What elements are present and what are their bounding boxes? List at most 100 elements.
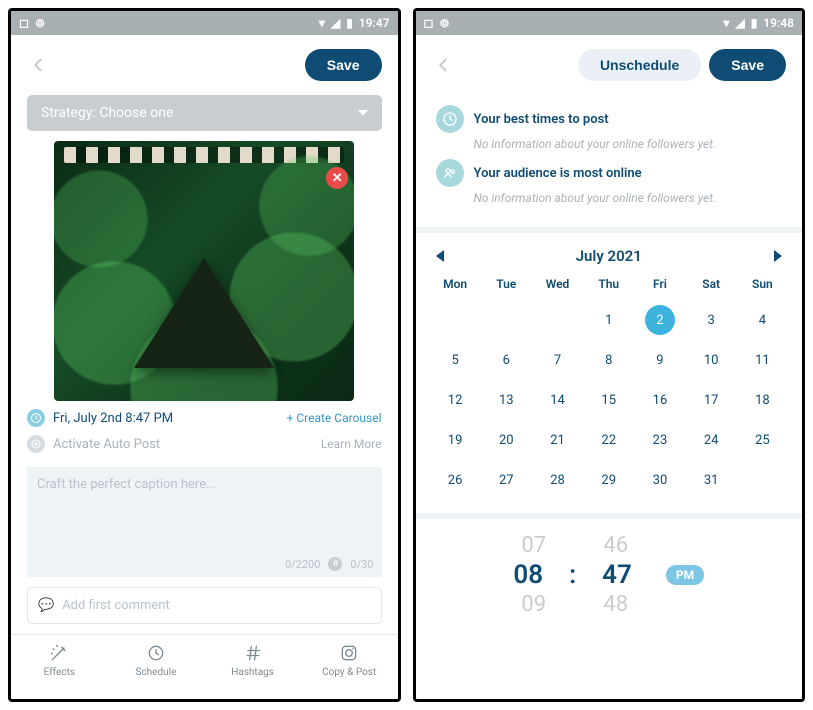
schedule-time[interactable]: Fri, July 2nd 8:47 PM [53,411,173,426]
calendar-day[interactable]: 1 [583,305,634,335]
audience-sub: No information about your online followe… [474,191,783,205]
calendar-day[interactable]: 11 [737,345,788,375]
calendar-day[interactable]: 5 [430,345,481,375]
calendar-day[interactable]: 19 [430,425,481,455]
nav-copy-post[interactable]: Copy & Post [301,635,398,686]
caption-counts: 0/2200 # 0/30 [285,557,374,571]
calendar-day[interactable]: 22 [583,425,634,455]
best-times-row[interactable]: Your best times to post [436,105,783,133]
audience-title: Your audience is most online [474,166,642,181]
dow-label: Sun [737,277,788,295]
calendar-day[interactable]: 3 [686,305,737,335]
calendar-grid: MonTueWedThuFriSatSun1234567891011121314… [430,277,789,495]
best-times-title: Your best times to post [474,112,609,127]
clock-icon [436,105,464,133]
calendar-day [532,305,583,335]
auto-post-row: Activate Auto Post Learn More [11,435,398,461]
calendar-day[interactable]: 24 [686,425,737,455]
calendar: July 2021 MonTueWedThuFriSatSun123456789… [416,227,803,519]
calendar-day[interactable]: 28 [532,465,583,495]
unschedule-button[interactable]: Unschedule [578,49,701,81]
calendar-day[interactable]: 9 [634,345,685,375]
dow-label: Thu [583,277,634,295]
first-comment-input[interactable]: 💬 Add first comment [27,587,382,624]
learn-more-link[interactable]: Learn More [321,437,382,451]
status-right-icons: ▾ ◢ ▮ 19:48 [723,16,794,30]
calendar-day[interactable]: 8 [583,345,634,375]
calendar-day[interactable]: 14 [532,385,583,415]
people-icon [436,159,464,187]
save-button[interactable]: Save [709,49,786,81]
time-picker[interactable]: 07 : 46 08 : 47 PM 09 : 48 [416,519,803,623]
calendar-day[interactable]: 15 [583,385,634,415]
signal-icon: ◢ [735,16,744,30]
back-icon[interactable] [432,54,454,76]
calendar-day[interactable]: 23 [634,425,685,455]
calendar-day[interactable]: 30 [634,465,685,495]
back-icon[interactable] [27,54,49,76]
audience-row[interactable]: Your audience is most online [436,159,783,187]
wand-icon [49,643,69,663]
auto-post-label[interactable]: Activate Auto Post [53,437,160,452]
prev-month-button[interactable] [436,250,444,262]
status-time: 19:47 [359,16,390,30]
dow-label: Fri [634,277,685,295]
chevron-down-icon [358,110,368,116]
nav-effects-label: Effects [44,667,75,678]
comment-icon: 💬 [38,598,54,613]
calendar-day[interactable]: 18 [737,385,788,415]
calendar-day[interactable]: 12 [430,385,481,415]
save-button[interactable]: Save [305,49,382,81]
clock-icon [27,409,45,427]
nav-hashtags[interactable]: Hashtags [204,635,301,686]
calendar-day[interactable]: 4 [737,305,788,335]
remove-image-button[interactable]: ✕ [326,167,348,189]
ampm-toggle[interactable]: PM [666,565,704,585]
app-icon-2: ⊚ [439,16,449,30]
next-month-button[interactable] [774,250,782,262]
dow-label: Mon [430,277,481,295]
calendar-day[interactable]: 7 [532,345,583,375]
calendar-day[interactable]: 2 [645,305,675,335]
calendar-day[interactable]: 6 [481,345,532,375]
calendar-day[interactable]: 17 [686,385,737,415]
dow-label: Sat [686,277,737,295]
calendar-day[interactable]: 31 [686,465,737,495]
image-preview[interactable]: ✕ [54,141,354,401]
calendar-day[interactable]: 13 [481,385,532,415]
hour-selected[interactable]: 08 [513,560,543,590]
nav-schedule[interactable]: Schedule [108,635,205,686]
create-carousel-link[interactable]: + Create Carousel [287,411,382,425]
calendar-day[interactable]: 27 [481,465,532,495]
status-left-icons: ◻ ⊚ [424,16,450,30]
strategy-dropdown[interactable]: Strategy: Choose one [27,95,382,131]
battery-icon: ▮ [346,16,353,30]
calendar-day[interactable]: 26 [430,465,481,495]
minute-selected[interactable]: 47 [602,560,632,590]
calendar-day[interactable]: 29 [583,465,634,495]
status-left-icons: ◻ ⊚ [19,16,45,30]
nav-effects[interactable]: Effects [11,635,108,686]
caption-input[interactable]: Craft the perfect caption here... 0/2200… [27,467,382,577]
app-right: Unschedule Save Your best times to post … [416,35,803,699]
phone-right: ◻ ⊚ ▾ ◢ ▮ 19:48 Unschedule Save [413,8,806,702]
month-label: July 2021 [576,247,642,265]
insights-block: Your best times to post No information a… [416,95,803,227]
status-bar: ◻ ⊚ ▾ ◢ ▮ 19:48 [416,11,803,35]
hash-icon [243,643,263,663]
calendar-day [737,465,788,495]
app-icon-1: ◻ [19,16,29,30]
calendar-day[interactable]: 10 [686,345,737,375]
topbar: Unschedule Save [416,35,803,95]
calendar-day[interactable]: 16 [634,385,685,415]
wifi-icon: ▾ [723,16,729,30]
nav-copy-label: Copy & Post [322,667,376,678]
calendar-day[interactable]: 20 [481,425,532,455]
signal-icon: ◢ [331,16,340,30]
char-count: 0/2200 [285,558,320,571]
calendar-day[interactable]: 21 [532,425,583,455]
calendar-day[interactable]: 25 [737,425,788,455]
two-phone-layout: ◻ ⊚ ▾ ◢ ▮ 19:47 Save Strategy: Choose on… [0,0,813,710]
strategy-label: Strategy: Choose one [41,105,173,121]
time-row-below: 09 : 48 [521,592,696,617]
